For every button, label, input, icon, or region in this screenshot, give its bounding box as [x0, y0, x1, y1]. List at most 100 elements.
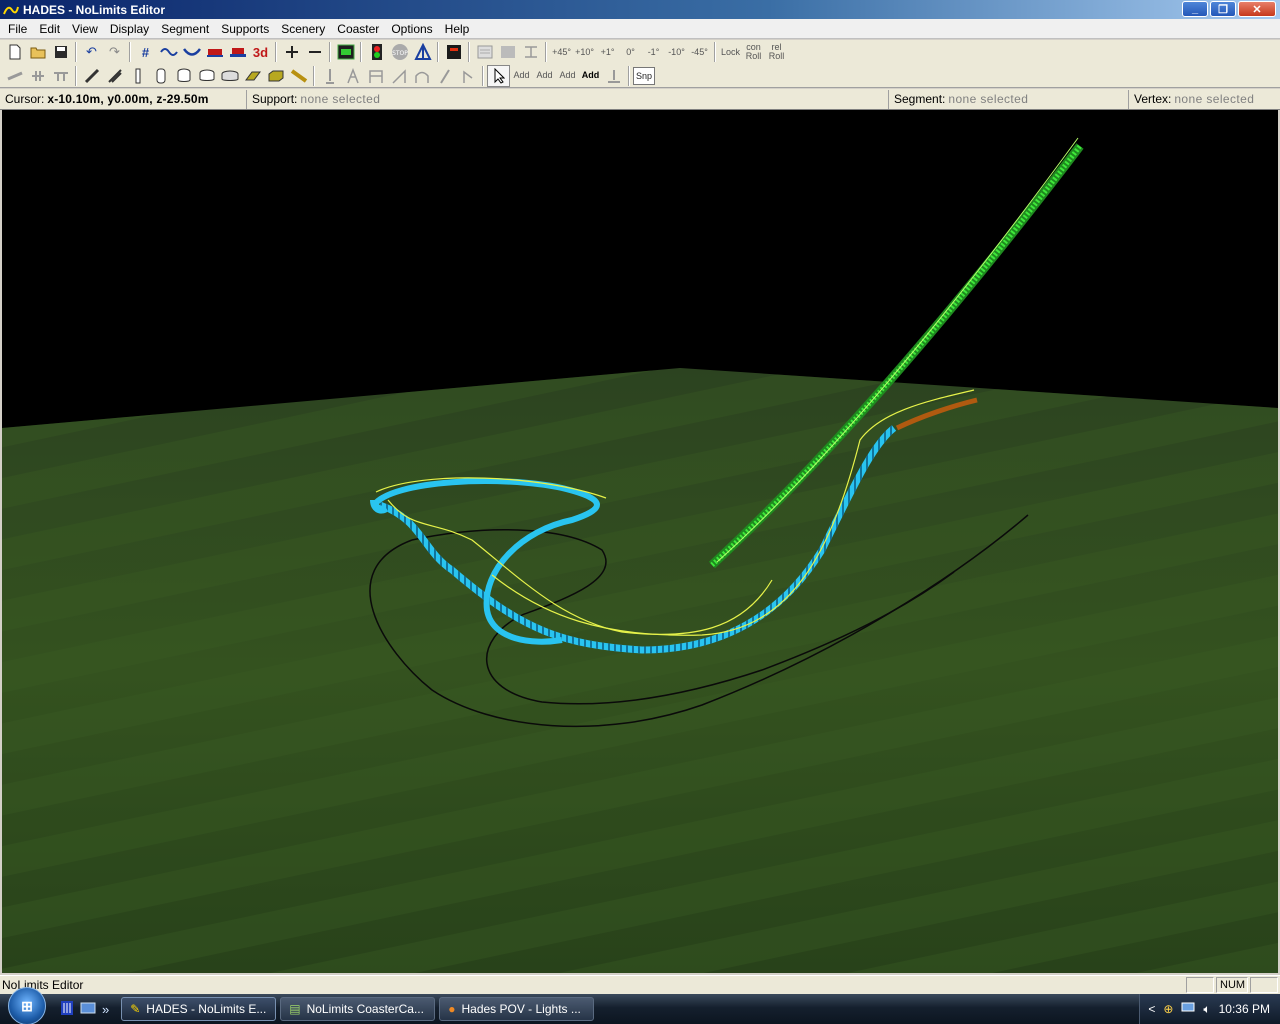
align-icon[interactable] [519, 41, 542, 63]
frame-icon[interactable] [364, 65, 387, 87]
task-hades-editor[interactable]: ✎ HADES - NoLimits E... [121, 997, 277, 1021]
task-label: HADES - NoLimits E... [146, 1002, 267, 1016]
support-cross-icon[interactable] [26, 65, 49, 87]
roll-plus1-button[interactable]: +1° [596, 41, 619, 63]
stop-icon[interactable]: STOP [388, 41, 411, 63]
menu-edit[interactable]: Edit [33, 19, 66, 39]
menu-coaster[interactable]: Coaster [331, 19, 385, 39]
status-text: NoLimits Editor [2, 978, 84, 992]
menu-supports[interactable]: Supports [215, 19, 275, 39]
toolbar-separator [628, 65, 630, 86]
menu-scenery[interactable]: Scenery [275, 19, 331, 39]
pillar-icon[interactable] [149, 65, 172, 87]
block-signal-icon[interactable] [365, 41, 388, 63]
structure-icon[interactable] [341, 65, 364, 87]
add-connector-button[interactable]: Add [510, 65, 533, 87]
properties-icon[interactable] [473, 41, 496, 63]
roll-minus1-button[interactable]: -1° [642, 41, 665, 63]
quick-launch-more-icon[interactable]: » [102, 1002, 109, 1017]
menu-bar: File Edit View Display Segment Supports … [0, 19, 1280, 39]
minimize-button[interactable]: _ [1182, 1, 1208, 17]
editor-3d-viewport[interactable] [2, 110, 1278, 973]
slant-icon[interactable] [433, 65, 456, 87]
add-support-button[interactable]: Add [579, 65, 602, 87]
menu-options[interactable]: Options [385, 19, 438, 39]
track-dip-icon[interactable] [180, 41, 203, 63]
add-node-button[interactable]: Add [556, 65, 579, 87]
undo-icon[interactable]: ↶ [80, 41, 103, 63]
train-station-icon[interactable] [226, 41, 249, 63]
tray-expand-icon[interactable]: < [1148, 1002, 1155, 1016]
new-file-icon[interactable] [3, 41, 26, 63]
network-globe-icon[interactable]: ⊕ [1163, 1002, 1173, 1016]
support-beam-icon[interactable] [3, 65, 26, 87]
grid-icon[interactable]: # [134, 41, 157, 63]
beam-connect-icon[interactable] [103, 65, 126, 87]
quick-launch-app-icon[interactable] [60, 1000, 74, 1019]
train-icon[interactable] [203, 41, 226, 63]
show-desktop-icon[interactable] [80, 1001, 96, 1018]
render-3d-icon[interactable] [334, 41, 357, 63]
lift-icon[interactable] [411, 41, 434, 63]
rel-roll-button[interactable]: rel Roll [765, 41, 788, 63]
save-icon[interactable] [49, 41, 72, 63]
status-pane-caps [1186, 977, 1214, 993]
main-toolbar: ↶ ↷ # 3d STOP +45° +10° +1° 0° -1° -10° … [0, 40, 1280, 64]
track-wave-icon[interactable] [157, 41, 180, 63]
gray-block-icon[interactable] [496, 41, 519, 63]
free-node-icon[interactable] [318, 65, 341, 87]
task-hades-pov[interactable]: ● Hades POV - Lights ... [439, 997, 595, 1021]
box-icon[interactable] [264, 65, 287, 87]
toolbar-separator [482, 65, 484, 86]
menu-file[interactable]: File [2, 19, 33, 39]
redo-icon[interactable]: ↷ [103, 41, 126, 63]
lock-roll-button[interactable]: Lock [719, 41, 742, 63]
svg-text:STOP: STOP [392, 50, 408, 57]
clock[interactable]: 10:36 PM [1219, 1002, 1270, 1016]
ground-support-icon[interactable] [602, 65, 625, 87]
con-roll-button[interactable]: con Roll [742, 41, 765, 63]
roll-plus45-button[interactable]: +45° [550, 41, 573, 63]
remove-vertex-icon[interactable] [303, 41, 326, 63]
close-button[interactable]: ✕ [1238, 1, 1276, 17]
pillar-thin-icon[interactable] [126, 65, 149, 87]
beam-draw-icon[interactable] [80, 65, 103, 87]
menu-segment[interactable]: Segment [155, 19, 215, 39]
open-folder-icon[interactable] [26, 41, 49, 63]
roll-minus10-button[interactable]: -10° [665, 41, 688, 63]
viewport-scene[interactable] [2, 110, 1278, 973]
support-value: none selected [300, 92, 381, 106]
task-coastercam[interactable]: ▤ NoLimits CoasterCa... [280, 997, 436, 1021]
volume-icon[interactable]: 🔈︎ [1203, 1002, 1210, 1017]
ramp-icon[interactable] [387, 65, 410, 87]
add-beam-button[interactable]: Add [533, 65, 556, 87]
start-button[interactable]: ⊞ [8, 987, 46, 1024]
menu-view[interactable]: View [66, 19, 104, 39]
toolbar-separator [545, 42, 547, 62]
windows-taskbar: ⊞ » ✎ HADES - NoLimits E... ▤ NoLimits C… [0, 987, 1280, 1024]
snap-toggle-button[interactable]: Snp [633, 66, 655, 85]
bend-icon[interactable] [456, 65, 479, 87]
cylinder-wide-icon[interactable] [195, 65, 218, 87]
plate-icon[interactable] [241, 65, 264, 87]
footer-icon[interactable] [218, 65, 241, 87]
catwalk-icon[interactable] [287, 65, 310, 87]
menu-help[interactable]: Help [439, 19, 476, 39]
roll-zero-button[interactable]: 0° [619, 41, 642, 63]
add-vertex-icon[interactable] [280, 41, 303, 63]
roll-plus10-button[interactable]: +10° [573, 41, 596, 63]
network-monitor-icon[interactable] [1181, 1002, 1195, 1017]
title-bar[interactable]: HADES - NoLimits Editor _ ❐ ✕ [0, 0, 1280, 19]
brake-icon[interactable] [442, 41, 465, 63]
vertex-readout: Vertex: none selected [1129, 90, 1279, 109]
cylinder-icon[interactable] [172, 65, 195, 87]
status-bar: NoLimits Editor NUM [0, 975, 1280, 994]
three-d-view-icon[interactable]: 3d [249, 41, 272, 63]
maximize-button[interactable]: ❐ [1210, 1, 1236, 17]
nolimits-editor-window: HADES - NoLimits Editor _ ❐ ✕ File Edit … [0, 0, 1280, 1024]
support-tee-icon[interactable] [49, 65, 72, 87]
menu-display[interactable]: Display [104, 19, 155, 39]
arch-icon[interactable] [410, 65, 433, 87]
roll-minus45-button[interactable]: -45° [688, 41, 711, 63]
select-cursor-icon[interactable] [487, 64, 510, 87]
